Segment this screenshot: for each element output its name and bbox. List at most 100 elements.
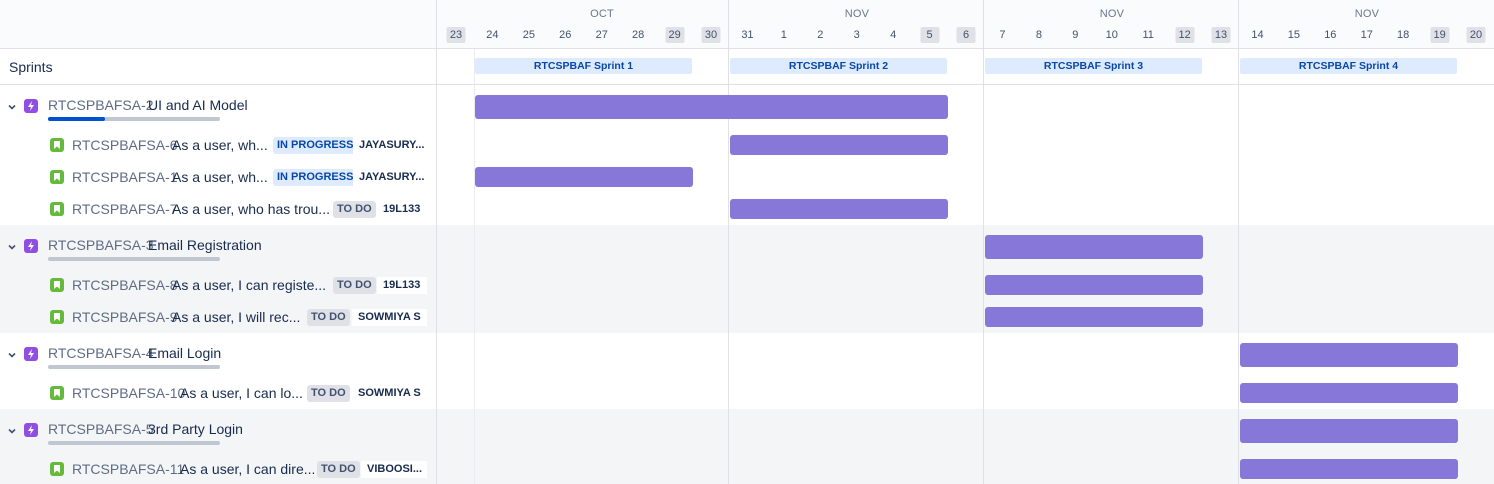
assignee-label[interactable]: VIBOOSI... [361, 461, 427, 478]
assignee-label[interactable]: SOWMIYA S [352, 385, 427, 402]
epic-timeline-bar[interactable] [475, 95, 948, 119]
chevron-down-icon[interactable] [7, 242, 17, 252]
sprint-pill[interactable]: RTCSPBAF Sprint 3 [985, 58, 1202, 74]
story-title[interactable]: As a user, I can dire... [180, 461, 314, 477]
story-key[interactable]: RTCSPBAFSA-1 [72, 169, 178, 185]
epic-title[interactable]: UI and AI Model [148, 97, 248, 113]
status-badge[interactable]: TO DO [333, 277, 376, 294]
status-badge[interactable]: TO DO [317, 461, 360, 478]
epic-key[interactable]: RTCSPBAFSA-4 [48, 345, 154, 361]
sprint-pill[interactable]: RTCSPBAF Sprint 4 [1240, 58, 1457, 74]
status-badge[interactable]: IN PROGRESS [273, 137, 358, 154]
assignee-label[interactable]: JAYASURY... [353, 137, 427, 154]
sprint-pill[interactable]: RTCSPBAF Sprint 1 [475, 58, 692, 74]
day-label: 4 [890, 29, 897, 41]
progress-bar [48, 365, 220, 369]
epic-row[interactable]: RTCSPBAFSA-3 Email Registration [0, 231, 437, 263]
day-label: 10 [1105, 29, 1118, 41]
gridline [1238, 0, 1239, 484]
story-timeline-bar[interactable] [985, 275, 1203, 295]
day-label: 12 [1175, 27, 1195, 43]
story-row[interactable]: RTCSPBAFSA-6 As a user, wh... IN PROGRES… [0, 129, 437, 161]
bookmark-icon [50, 138, 64, 152]
day-label: 17 [1360, 29, 1373, 41]
day-label: 8 [1035, 29, 1042, 41]
lightning-icon [24, 347, 38, 361]
epic-key[interactable]: RTCSPBAFSA-5 [48, 421, 154, 437]
chevron-down-icon[interactable] [7, 350, 17, 360]
story-row[interactable]: RTCSPBAFSA-9 As a user, I will rec... TO… [0, 301, 437, 333]
gridline [983, 0, 984, 484]
day-label: 16 [1324, 29, 1337, 41]
story-title[interactable]: As a user, who has trou... [172, 201, 330, 217]
story-title[interactable]: As a user, I will rec... [172, 309, 306, 325]
bookmark-icon [50, 278, 64, 292]
story-title[interactable]: As a user, I can registe... [172, 277, 330, 293]
story-row[interactable]: RTCSPBAFSA-11 As a user, I can dire... T… [0, 453, 437, 484]
story-title[interactable]: As a user, I can lo... [180, 385, 306, 401]
day-label: 19 [1430, 27, 1450, 43]
story-key[interactable]: RTCSPBAFSA-11 [72, 461, 184, 477]
story-timeline-bar[interactable] [475, 167, 693, 187]
story-title[interactable]: As a user, wh... [172, 169, 270, 185]
story-timeline-bar[interactable] [985, 307, 1203, 327]
month-label: NOV [1354, 8, 1380, 20]
lightning-icon [24, 99, 38, 113]
story-key[interactable]: RTCSPBAFSA-9 [72, 309, 178, 325]
epic-row[interactable]: RTCSPBAFSA-5 3rd Party Login [0, 415, 437, 447]
status-badge[interactable]: TO DO [307, 385, 350, 402]
day-label: 6 [956, 27, 976, 43]
day-label: 5 [920, 27, 940, 43]
epic-row[interactable]: RTCSPBAFSA-2 UI and AI Model [0, 91, 437, 123]
epic-timeline-bar[interactable] [1240, 419, 1458, 443]
epic-title[interactable]: Email Login [148, 345, 221, 361]
day-label: 28 [632, 29, 645, 41]
day-label: 30 [701, 27, 721, 43]
story-row[interactable]: RTCSPBAFSA-8 As a user, I can registe...… [0, 269, 437, 301]
month-label: NOV [844, 8, 870, 20]
epic-row[interactable]: RTCSPBAFSA-4 Email Login [0, 339, 437, 371]
assignee-label[interactable]: SOWMIYA S [352, 309, 427, 326]
bookmark-icon [50, 202, 64, 216]
epic-timeline-bar[interactable] [985, 235, 1203, 259]
assignee-label[interactable]: 19L133 [377, 201, 427, 218]
bookmark-icon [50, 386, 64, 400]
story-key[interactable]: RTCSPBAFSA-6 [72, 137, 178, 153]
bookmark-icon [50, 310, 64, 324]
story-timeline-bar[interactable] [730, 135, 948, 155]
chevron-down-icon[interactable] [7, 102, 17, 112]
epic-title[interactable]: 3rd Party Login [148, 421, 243, 437]
story-row[interactable]: RTCSPBAFSA-7 As a user, who has trou... … [0, 193, 437, 225]
story-row[interactable]: RTCSPBAFSA-10 As a user, I can lo... TO … [0, 377, 437, 409]
chevron-down-icon[interactable] [7, 426, 17, 436]
story-timeline-bar[interactable] [1240, 383, 1458, 403]
lightning-icon [24, 423, 38, 437]
day-label: 20 [1466, 27, 1486, 43]
bookmark-icon [50, 170, 64, 184]
assignee-label[interactable]: JAYASURY... [353, 169, 427, 186]
day-label: 11 [1142, 29, 1154, 41]
progress-bar [48, 441, 220, 445]
story-row[interactable]: RTCSPBAFSA-1 As a user, wh... IN PROGRES… [0, 161, 437, 193]
epic-key[interactable]: RTCSPBAFSA-3 [48, 237, 154, 253]
story-key[interactable]: RTCSPBAFSA-8 [72, 277, 178, 293]
story-key[interactable]: RTCSPBAFSA-10 [72, 385, 185, 401]
status-badge[interactable]: TO DO [333, 201, 376, 218]
epic-title[interactable]: Email Registration [148, 237, 262, 253]
status-badge[interactable]: IN PROGRESS [273, 169, 358, 186]
story-timeline-bar[interactable] [730, 199, 948, 219]
assignee-label[interactable]: 19L133 [377, 277, 427, 294]
story-title[interactable]: As a user, wh... [172, 137, 270, 153]
status-badge[interactable]: TO DO [307, 309, 350, 326]
day-label: 26 [559, 29, 572, 41]
day-label: 24 [486, 29, 499, 41]
story-key[interactable]: RTCSPBAFSA-7 [72, 201, 178, 217]
epic-timeline-bar[interactable] [1240, 343, 1458, 367]
sprint-pill[interactable]: RTCSPBAF Sprint 2 [730, 58, 947, 74]
story-timeline-bar[interactable] [1240, 459, 1458, 479]
timeline-header: OCT NOV NOV NOV 23 24 25 26 27 28 29 30 31 1 2 3 4 5 6… [437, 0, 1494, 49]
epic-key[interactable]: RTCSPBAFSA-2 [48, 97, 154, 113]
month-label: NOV [1099, 8, 1125, 20]
day-label: 15 [1287, 29, 1300, 41]
bookmark-icon [50, 462, 64, 476]
